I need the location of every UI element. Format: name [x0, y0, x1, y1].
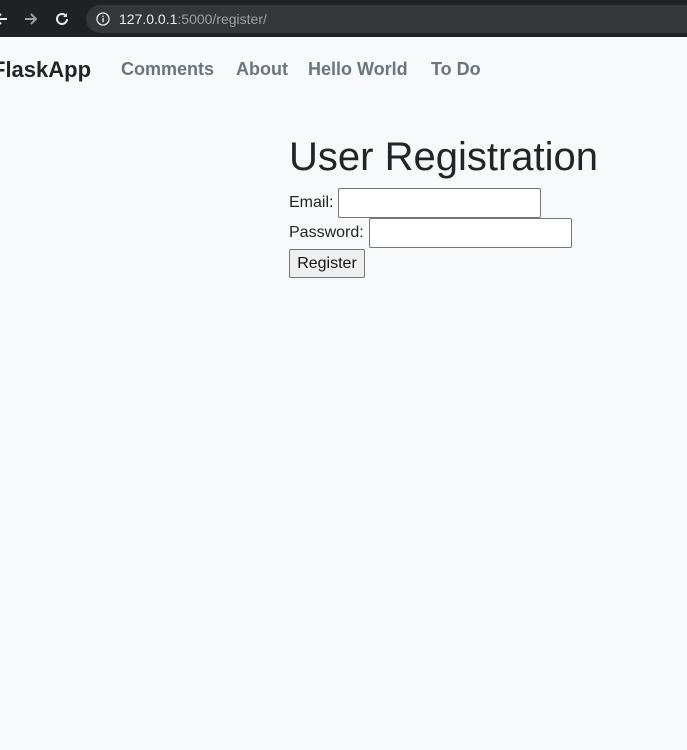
url-text: 127.0.0.1:5000/register/ [119, 11, 267, 27]
url-host: 127.0.0.1 [119, 11, 178, 27]
brand-link[interactable]: FlaskApp [0, 57, 91, 83]
site-info-icon[interactable] [96, 12, 110, 26]
password-label: Password: [289, 224, 364, 241]
email-label: Email: [289, 194, 334, 211]
email-row: Email: [289, 188, 542, 218]
forward-arrow-icon[interactable] [20, 8, 42, 30]
browser-toolbar: 127.0.0.1:5000/register/ [0, 0, 687, 37]
register-button[interactable]: Register [289, 249, 365, 278]
reload-icon[interactable] [51, 8, 73, 30]
password-field[interactable] [368, 218, 572, 248]
address-bar[interactable]: 127.0.0.1:5000/register/ [86, 5, 687, 33]
navbar: FlaskApp Comments About Hello World To D… [0, 37, 687, 101]
nav-link-comments[interactable]: Comments [121, 58, 214, 80]
nav-link-about[interactable]: About [236, 58, 288, 80]
password-row: Password: [289, 218, 572, 248]
back-arrow-icon[interactable] [0, 8, 12, 30]
page-title: User Registration [289, 135, 599, 179]
nav-link-to-do[interactable]: To Do [431, 58, 481, 80]
email-field[interactable] [338, 188, 542, 218]
nav-link-hello-world[interactable]: Hello World [308, 58, 408, 80]
url-path: :5000/register/ [177, 11, 267, 27]
